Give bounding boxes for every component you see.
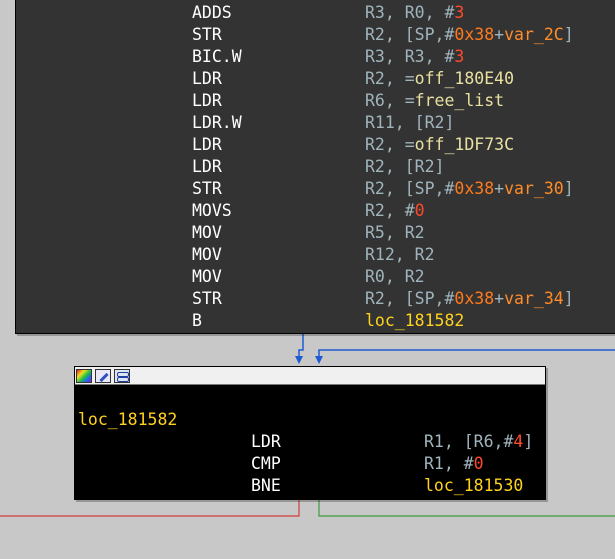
operand-token: R0, R2	[365, 267, 425, 286]
instruction-mnemonic: B	[192, 311, 202, 330]
instruction-operands: R2, =off_1DF73C	[365, 134, 514, 156]
operand-token: ]	[563, 179, 574, 198]
operand-token[interactable]: off_180E40	[415, 69, 514, 88]
instruction-mnemonic: LDR	[251, 432, 281, 451]
operand-token: R5, R2	[365, 223, 425, 242]
edge-arrowhead	[295, 356, 303, 364]
operand-token: 4	[513, 432, 524, 451]
operand-token: 0	[473, 454, 484, 473]
instruction-mnemonic: LDR	[192, 157, 222, 176]
operand-token: 0x38	[454, 25, 495, 44]
instruction-mnemonic: LDR	[192, 91, 222, 110]
operand-token: ]	[563, 289, 574, 308]
instruction-mnemonic: ADDS	[192, 3, 232, 22]
instruction-operands: R1, #0	[424, 453, 484, 475]
edge-top-to-loc[interactable]	[298, 334, 304, 358]
instruction-operands: R3, R3, #3	[365, 46, 464, 68]
code-block-top[interactable]: ADDS R3, R0, #3 STR R2, [SP,#0x38+var_2C] BI…	[15, 0, 615, 334]
edge-true[interactable]	[318, 500, 615, 517]
instruction-operands: R2, =off_180E40	[365, 68, 514, 90]
instruction-mnemonic: LDR	[192, 69, 222, 88]
operand-token[interactable]: free_list	[415, 91, 504, 110]
operand-token: R1, #	[424, 454, 474, 473]
instruction-operands: R2, [R2]	[365, 156, 444, 178]
operand-token: R2, =	[365, 69, 415, 88]
operand-token: +	[494, 289, 505, 308]
operand-token: var_30	[504, 179, 564, 198]
instruction-operands: R2, #0	[365, 200, 425, 222]
instruction-operands: R1, [R6,#4]	[424, 431, 533, 453]
instruction-mnemonic: STR	[192, 179, 222, 198]
operand-token: 0x38	[454, 179, 495, 198]
operand-token: R2, [R2]	[365, 157, 445, 176]
operand-token: R2, #	[365, 201, 415, 220]
instruction-mnemonic: STR	[192, 289, 222, 308]
edge-loop-back[interactable]	[318, 349, 615, 358]
operand-token: R12, R2	[365, 245, 435, 264]
instruction-operands: R3, R0, #3	[365, 2, 464, 24]
instruction-mnemonic: BNE	[251, 476, 281, 495]
operand-token: R2, [SP,#	[365, 25, 455, 44]
instruction-operands: R5, R2	[365, 222, 425, 244]
instruction-operands: R6, =free_list	[365, 90, 504, 112]
edge-arrowhead	[315, 356, 323, 364]
instruction-operands: R0, R2	[365, 266, 425, 288]
operand-token: R2, [SP,#	[365, 179, 455, 198]
instruction-operands: R2, [SP,#0x38+var_34]	[365, 288, 574, 310]
operand-token: R3, R0, #	[365, 3, 455, 22]
instruction-operands: R11, [R2]	[365, 112, 454, 134]
instruction-operands: R12, R2	[365, 244, 435, 266]
operand-token: 3	[454, 47, 465, 66]
operand-token: var_2C	[504, 25, 564, 44]
operand-token: R2, [SP,#	[365, 289, 455, 308]
instruction-operands: R2, [SP,#0x38+var_2C]	[365, 24, 574, 46]
block-label[interactable]: loc_181582	[78, 409, 177, 431]
branch-target-label[interactable]: loc_181582	[365, 311, 464, 330]
operand-token: R2, =	[365, 135, 415, 154]
operand-token: R6, =	[365, 91, 415, 110]
operand-token: var_34	[504, 289, 564, 308]
operand-token: 0	[414, 201, 425, 220]
instruction-operands: loc_181530	[424, 475, 523, 497]
operand-token: R1, [R6,#	[424, 432, 514, 451]
operand-token: ]	[523, 432, 534, 451]
operand-token: 0x38	[454, 289, 495, 308]
graph-view-icon[interactable]	[114, 368, 130, 383]
color-palette-icon[interactable]	[76, 368, 92, 383]
node-titlebar	[75, 367, 545, 385]
instruction-mnemonic: LDR.W	[192, 113, 242, 132]
instruction-mnemonic: LDR	[192, 135, 222, 154]
operand-token: ]	[563, 25, 574, 44]
instruction-mnemonic: MOV	[192, 245, 222, 264]
edge-false[interactable]	[0, 500, 300, 517]
code-block-loc-181582[interactable]: loc_181582 LDR R1, [R6,#4] CMP R1, #0 BNE loc…	[74, 366, 546, 500]
edit-node-icon[interactable]	[95, 368, 111, 383]
branch-target-label[interactable]: loc_181530	[424, 476, 523, 495]
instruction-mnemonic: CMP	[251, 454, 281, 473]
operand-token: 3	[454, 3, 465, 22]
operand-token[interactable]: off_1DF73C	[415, 135, 514, 154]
instruction-operands: loc_181582	[365, 310, 464, 332]
operand-token: R3, R3, #	[365, 47, 455, 66]
operand-token: R11, [R2]	[365, 113, 455, 132]
instruction-mnemonic: BIC.W	[192, 47, 242, 66]
instruction-mnemonic: MOV	[192, 223, 222, 242]
instruction-mnemonic: MOVS	[192, 201, 232, 220]
operand-token: +	[494, 25, 505, 44]
operand-token: +	[494, 179, 505, 198]
instruction-mnemonic: MOV	[192, 267, 222, 286]
instruction-operands: R2, [SP,#0x38+var_30]	[365, 178, 574, 200]
instruction-mnemonic: STR	[192, 25, 222, 44]
